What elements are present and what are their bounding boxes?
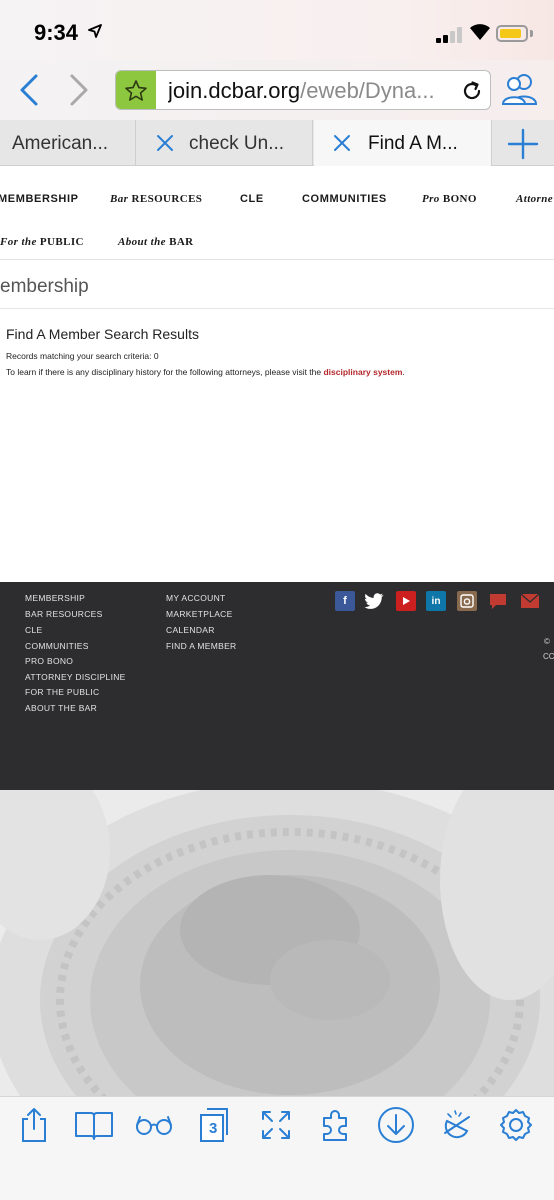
tab-label: American...	[12, 133, 109, 154]
disciplinary-system-link[interactable]: disciplinary system	[323, 367, 402, 377]
book-icon	[75, 1112, 113, 1140]
youtube-icon[interactable]	[396, 591, 416, 611]
footer-edge-text: CC	[543, 652, 554, 661]
wifi-icon	[470, 24, 490, 40]
capitol-dome-image	[0, 790, 554, 1096]
share-button[interactable]	[14, 1107, 54, 1143]
status-bar: 9:34	[0, 0, 554, 60]
section-title: embership	[0, 276, 89, 297]
footer-link-about-the-bar[interactable]: ABOUT THE BAR	[25, 703, 97, 713]
footer-link-find-a-member[interactable]: FIND A MEMBER	[166, 641, 237, 651]
nav-attorney[interactable]: Attorne	[516, 193, 553, 205]
tab-find-a-member[interactable]: Find A M...	[314, 120, 492, 166]
settings-button[interactable]	[496, 1107, 536, 1143]
location-arrow-icon	[88, 24, 102, 38]
bookmark-star-button[interactable]	[116, 71, 156, 109]
share-icon	[22, 1108, 46, 1142]
discipline-note: To learn if there is any disciplinary hi…	[6, 367, 405, 377]
tab-strip: American... check Un... Find A M...	[0, 120, 554, 166]
bookmarks-button[interactable]	[74, 1107, 114, 1143]
tabs-button[interactable]: 3	[194, 1107, 234, 1143]
footer-link-my-account[interactable]: MY ACCOUNT	[166, 593, 226, 603]
close-tab-icon[interactable]	[155, 133, 175, 153]
nav-cle[interactable]: CLE	[240, 193, 264, 205]
gear-icon	[500, 1109, 532, 1141]
facebook-icon[interactable]: f	[335, 591, 355, 611]
address-bar[interactable]: join.dcbar.org/eweb/Dyna...	[115, 70, 491, 110]
footer-link-attorney-discipline[interactable]: ATTORNEY DISCIPLINE	[25, 672, 126, 682]
nav-communities[interactable]: COMMUNITIES	[302, 193, 387, 205]
nav-bar-resources[interactable]: Bar RESOURCES	[110, 193, 202, 205]
browser-toolbar: join.dcbar.org/eweb/Dyna...	[0, 60, 554, 120]
extensions-button[interactable]	[316, 1107, 356, 1143]
records-count: Records matching your search criteria: 0	[6, 351, 159, 361]
divider	[0, 308, 554, 309]
tab-label: Find A M...	[368, 133, 458, 154]
star-icon	[125, 80, 147, 101]
footer-link-calendar[interactable]: CALENDAR	[166, 625, 215, 635]
email-icon[interactable]	[520, 591, 540, 611]
nav-pro-bono[interactable]: Pro BONO	[422, 193, 477, 205]
footer-link-marketplace[interactable]: MARKETPLACE	[166, 609, 233, 619]
night-mode-icon	[444, 1110, 470, 1139]
footer-link-pro-bono[interactable]: PRO BONO	[25, 656, 73, 666]
expand-arrows-icon	[262, 1111, 290, 1139]
footer-link-for-the-public[interactable]: FOR THE PUBLIC	[25, 687, 99, 697]
battery-icon	[496, 25, 528, 42]
footer-link-bar-resources[interactable]: BAR RESOURCES	[25, 609, 103, 619]
fullscreen-button[interactable]	[256, 1107, 296, 1143]
downloads-button[interactable]	[376, 1107, 416, 1143]
url-text: join.dcbar.org/eweb/Dyna...	[168, 78, 435, 103]
twitter-icon[interactable]	[364, 591, 384, 611]
footer-link-cle[interactable]: CLE	[25, 625, 42, 635]
download-icon	[378, 1107, 414, 1143]
reading-list-button[interactable]	[134, 1107, 174, 1143]
puzzle-icon	[323, 1110, 347, 1141]
footer-edge-text: ©	[544, 637, 550, 646]
nav-membership[interactable]: MEMBERSHIP	[0, 193, 79, 205]
cellular-signal-icon	[436, 27, 464, 43]
chat-icon[interactable]	[488, 591, 508, 611]
tab-count: 3	[209, 1120, 218, 1137]
status-time: 9:34	[34, 20, 79, 45]
nav-about-the-bar[interactable]: About the BAR	[118, 236, 194, 248]
forward-button[interactable]	[64, 72, 94, 108]
bottom-toolbar: 3	[0, 1096, 554, 1200]
tab-check[interactable]: check Un...	[137, 120, 313, 166]
back-button[interactable]	[14, 72, 44, 108]
people-icon[interactable]	[500, 72, 540, 108]
night-mode-button[interactable]	[436, 1107, 476, 1143]
page-title: Find A Member Search Results	[6, 326, 199, 342]
linkedin-icon[interactable]: in	[426, 591, 446, 611]
close-tab-icon[interactable]	[332, 133, 352, 153]
tab-american[interactable]: American...	[0, 120, 136, 166]
site-navigation: MEMBERSHIP Bar RESOURCES CLE COMMUNITIES…	[0, 167, 554, 260]
footer-link-communities[interactable]: COMMUNITIES	[25, 641, 89, 651]
new-tab-button[interactable]	[498, 124, 548, 164]
glasses-icon	[136, 1116, 172, 1135]
tab-label: check Un...	[189, 133, 285, 154]
nav-for-the-public[interactable]: For the PUBLIC	[0, 236, 84, 248]
instagram-icon[interactable]	[457, 591, 477, 611]
footer-link-membership[interactable]: MEMBERSHIP	[25, 593, 85, 603]
reload-icon[interactable]	[460, 79, 484, 103]
